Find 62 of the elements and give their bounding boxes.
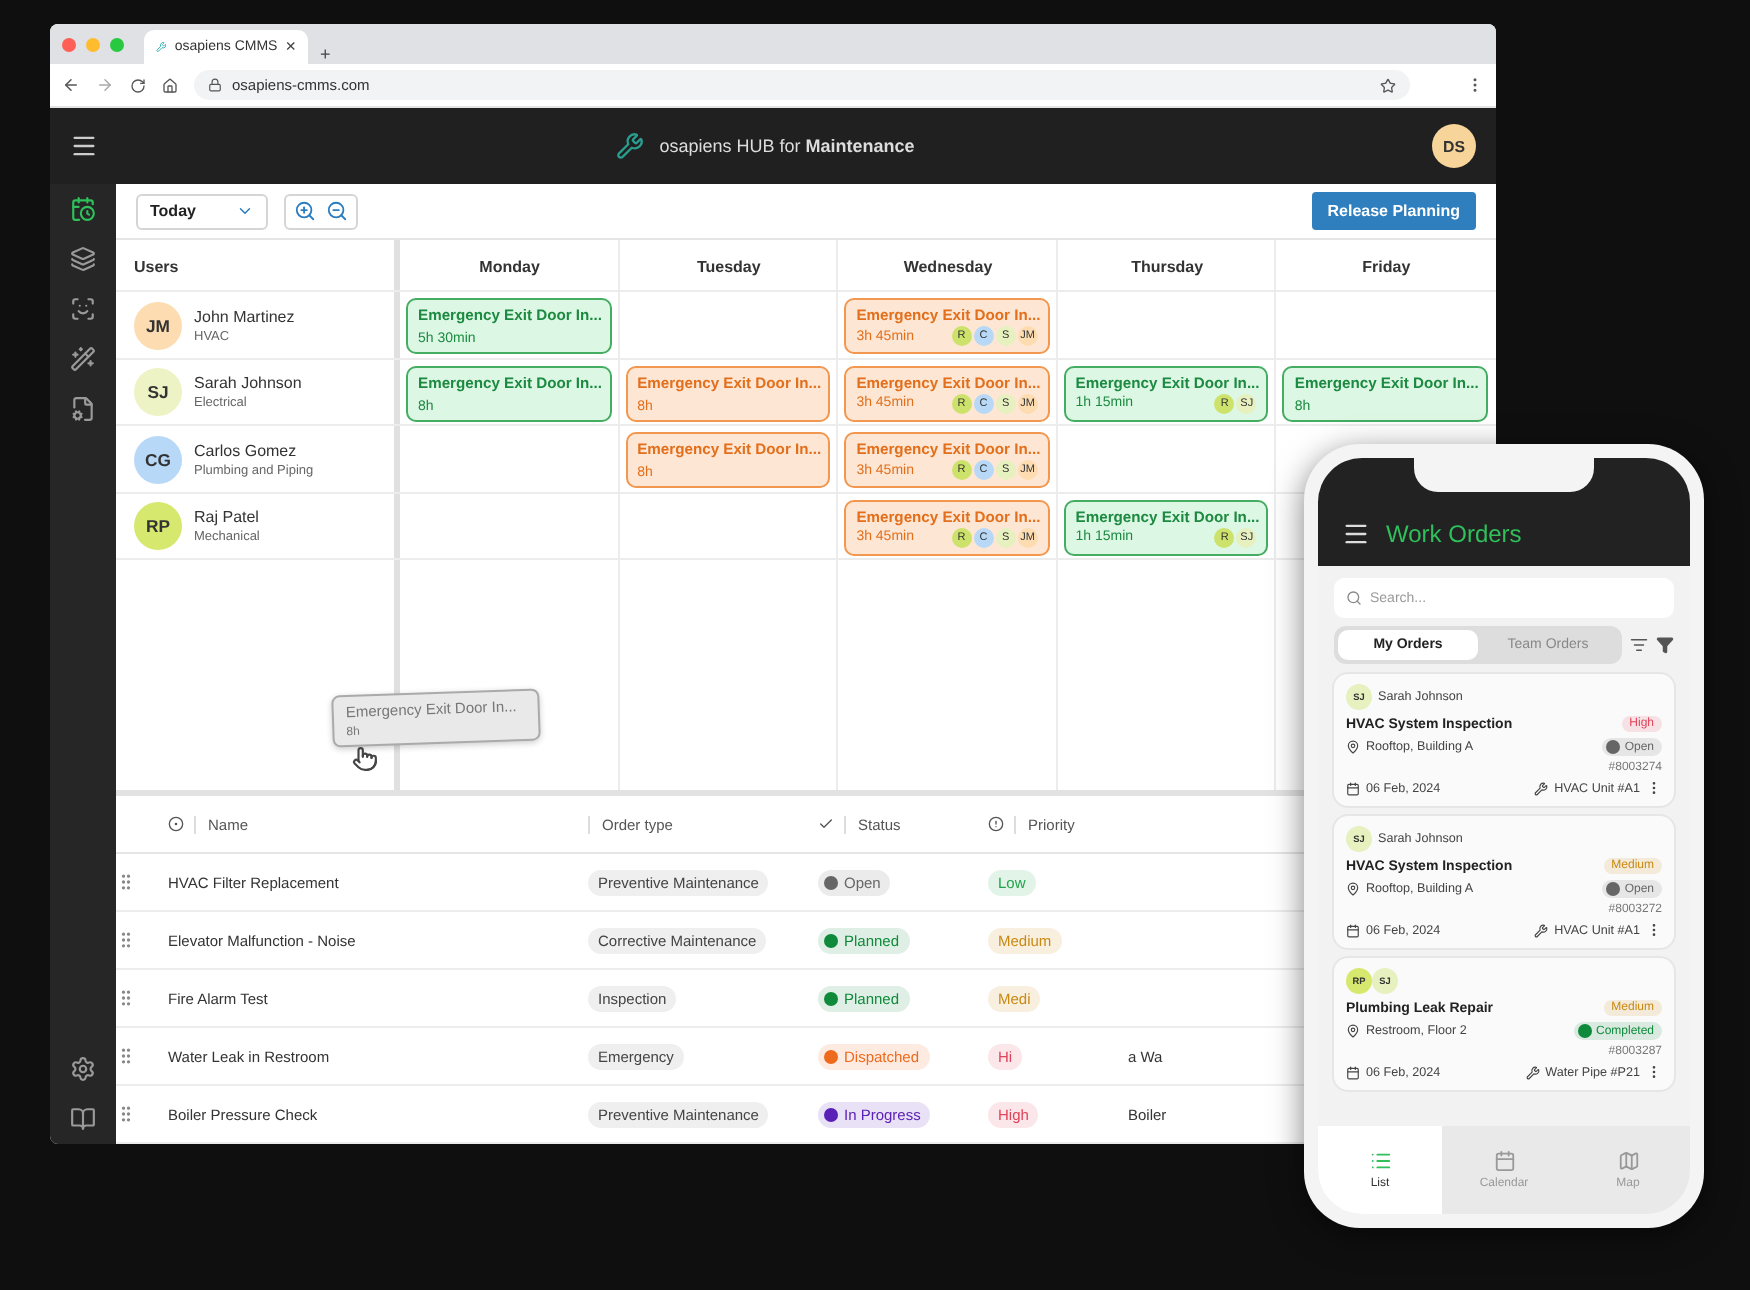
- menu-icon[interactable]: [70, 132, 98, 160]
- calendar-icon: [1346, 1065, 1360, 1079]
- column-header: Users: [132, 255, 181, 279]
- user-avatar: CG: [134, 435, 182, 484]
- calendar-icon: [1346, 923, 1360, 937]
- alert-icon: [988, 816, 1004, 832]
- scan-icon[interactable]: [70, 296, 96, 322]
- new-tab-button[interactable]: +: [320, 46, 331, 64]
- day-header: Thursday: [1129, 255, 1206, 280]
- hand-cursor-icon: [352, 746, 378, 772]
- settings-icon[interactable]: [70, 1056, 96, 1082]
- screen-title: Work Orders: [1386, 520, 1522, 548]
- app-title: osapiens HUB for Maintenance: [659, 136, 915, 156]
- drag-handle-icon[interactable]: [116, 988, 136, 1008]
- calendar-icon: [1493, 1150, 1515, 1172]
- search-icon: [1346, 590, 1362, 606]
- planner-icon[interactable]: [70, 196, 96, 222]
- user-avatar: RP: [134, 502, 182, 551]
- calendar-icon: [1346, 781, 1360, 795]
- wrench-icon: [615, 132, 644, 160]
- user-name: Carlos Gomez: [194, 441, 299, 460]
- caret-icon: [236, 202, 254, 220]
- target-icon: [168, 816, 184, 832]
- release-planning-button[interactable]: Release Planning: [1311, 192, 1476, 230]
- user-avatar: SJ: [134, 368, 182, 417]
- back-icon[interactable]: [62, 76, 80, 94]
- user-avatar: JM: [134, 301, 182, 350]
- layers-icon[interactable]: [70, 246, 96, 272]
- user-name: John Martinez: [194, 307, 295, 326]
- date-select[interactable]: Today: [136, 193, 268, 229]
- day-header: Wednesday: [901, 255, 995, 280]
- close-tab-button[interactable]: ×: [285, 38, 296, 56]
- zoom-out-icon[interactable]: [326, 200, 348, 222]
- lock-icon: [208, 78, 222, 92]
- check-icon: [818, 816, 834, 832]
- home-icon[interactable]: [162, 77, 178, 93]
- user-name: Raj Patel: [194, 508, 260, 527]
- drag-handle-icon[interactable]: [116, 1104, 136, 1124]
- wrench-icon: [1525, 1065, 1540, 1079]
- drag-handle-icon[interactable]: [116, 872, 136, 892]
- location-pin-icon: [1346, 1024, 1360, 1038]
- star-icon[interactable]: [1380, 77, 1396, 93]
- reload-icon[interactable]: [130, 77, 146, 93]
- menu-icon[interactable]: [1342, 520, 1370, 548]
- day-header: Monday: [477, 255, 542, 280]
- map-icon: [1617, 1150, 1639, 1172]
- wrench-icon: [156, 40, 167, 54]
- wrench-icon: [1534, 923, 1549, 937]
- wand-icon[interactable]: [70, 346, 96, 372]
- day-header: Friday: [1360, 255, 1413, 280]
- user-name: Sarah Johnson: [194, 374, 302, 393]
- drag-handle-icon[interactable]: [116, 1046, 136, 1066]
- zoom-in-icon[interactable]: [294, 200, 316, 222]
- day-header: Tuesday: [694, 255, 763, 280]
- document-gear-icon[interactable]: [70, 396, 96, 422]
- sort-icon[interactable]: [1630, 636, 1648, 654]
- location-pin-icon: [1346, 740, 1360, 754]
- location-pin-icon: [1346, 882, 1360, 896]
- wrench-icon: [1534, 781, 1549, 795]
- book-icon[interactable]: [70, 1106, 96, 1132]
- filter-icon[interactable]: [1656, 636, 1674, 654]
- drag-handle-icon[interactable]: [116, 930, 136, 950]
